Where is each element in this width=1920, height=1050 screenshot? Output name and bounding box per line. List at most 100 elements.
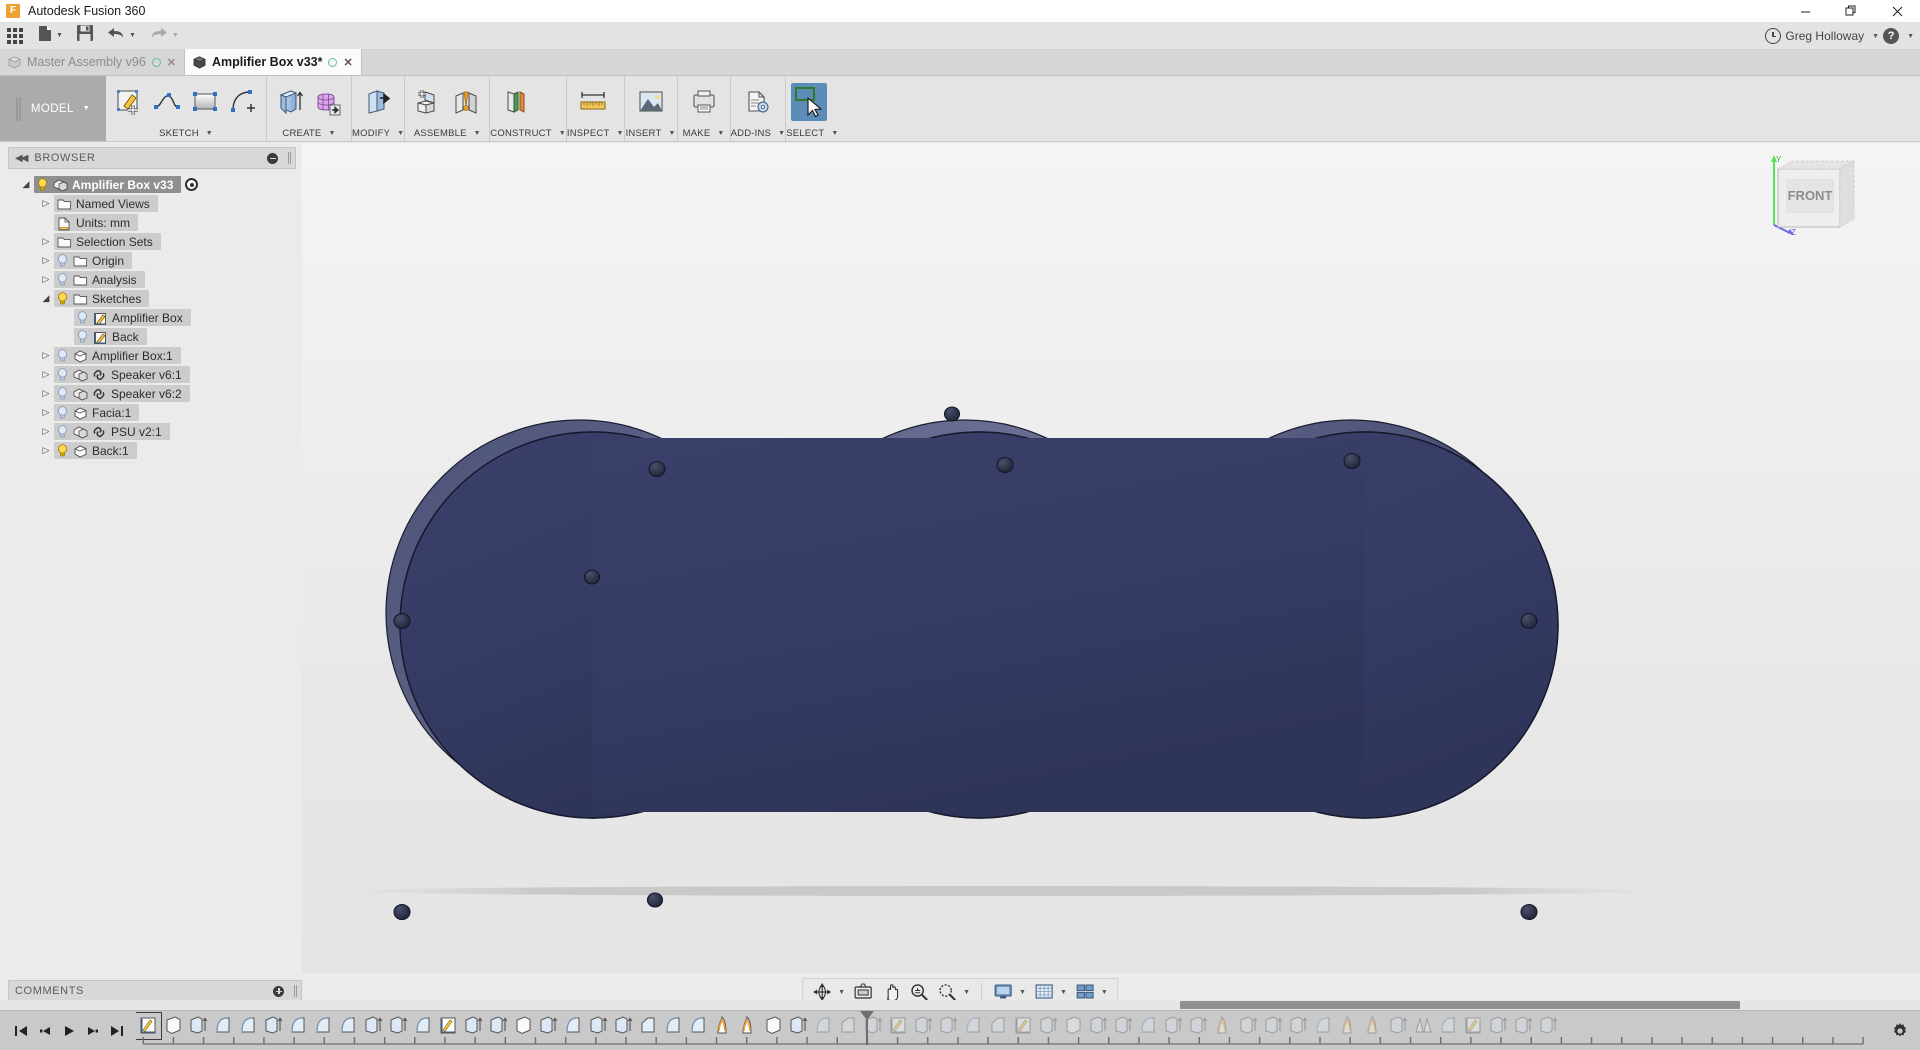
document-tab-master-assembly[interactable]: Master Assembly v96 ✕: [0, 49, 185, 75]
expand-arrow-icon[interactable]: ▷: [38, 369, 54, 380]
tree-node-units-mm[interactable]: ▷Units: mm: [0, 213, 302, 232]
visibility-bulb-icon[interactable]: [57, 444, 68, 457]
panel-resize-grip[interactable]: [294, 985, 295, 997]
new-component-button[interactable]: [410, 83, 446, 121]
tree-node-speaker-v6-1[interactable]: ▷Speaker v6:1: [0, 365, 302, 384]
timeline-track[interactable]: [136, 1011, 1880, 1050]
chevron-down-icon[interactable]: ▼: [963, 989, 970, 996]
chevron-down-icon[interactable]: ▼: [1019, 989, 1026, 996]
expand-arrow-icon[interactable]: ▷: [38, 198, 54, 209]
app-grid-button[interactable]: [0, 22, 30, 50]
clock-icon[interactable]: [1765, 28, 1781, 44]
undo-button[interactable]: ▼: [100, 22, 143, 50]
ribbon-group-create-label[interactable]: CREATE ▼: [267, 126, 351, 141]
scripts-and-addins-button[interactable]: [736, 83, 778, 121]
help-icon[interactable]: ?: [1883, 28, 1899, 44]
chevron-down-icon[interactable]: ▼: [838, 989, 845, 996]
expand-arrow-icon[interactable]: ▷: [38, 255, 54, 266]
model-viewport[interactable]: [302, 143, 1920, 973]
visibility-bulb-icon[interactable]: [57, 349, 68, 362]
tree-node-speaker-v6-2[interactable]: ▷Speaker v6:2: [0, 384, 302, 403]
tree-row[interactable]: Facia:1: [54, 404, 139, 421]
visibility-bulb-icon[interactable]: [57, 387, 68, 400]
tree-node-back-1[interactable]: ▷Back:1: [0, 441, 302, 460]
close-button[interactable]: [1874, 0, 1920, 22]
insert-button[interactable]: [630, 83, 672, 121]
chevron-down-icon[interactable]: ▼: [1060, 989, 1067, 996]
make-3d-print-button[interactable]: [683, 83, 725, 121]
expand-arrow-icon[interactable]: ▷: [38, 426, 54, 437]
sketch-rectangle-button[interactable]: [187, 83, 223, 121]
visibility-bulb-icon[interactable]: [37, 178, 48, 191]
3d-canvas[interactable]: Y Z FRONT: [302, 143, 1920, 973]
ribbon-group-addins-label[interactable]: ADD-INS ▼: [731, 126, 786, 141]
chevron-down-icon[interactable]: ▼: [1907, 33, 1914, 40]
collapse-arrow-icon[interactable]: ◢: [38, 293, 54, 304]
tree-row[interactable]: PSU v2:1: [54, 423, 170, 440]
timeline-scrollbar[interactable]: [0, 1000, 1920, 1010]
ribbon-group-modify-label[interactable]: MODIFY ▼: [352, 126, 404, 141]
tree-node-origin[interactable]: ▷Origin: [0, 251, 302, 270]
new-file-button[interactable]: ▼: [30, 22, 70, 50]
visibility-bulb-icon[interactable]: [57, 292, 68, 305]
tree-row[interactable]: Speaker v6:2: [54, 385, 190, 402]
select-tool-button[interactable]: [791, 83, 827, 121]
ribbon-group-assemble-label[interactable]: ASSEMBLE ▼: [405, 126, 489, 141]
offset-plane-button[interactable]: [495, 83, 537, 121]
tree-node-amplifier-box[interactable]: ▷Amplifier Box: [0, 308, 302, 327]
display-state-icon[interactable]: [185, 178, 198, 191]
tree-row[interactable]: Selection Sets: [54, 233, 161, 250]
chevron-down-icon[interactable]: ▼: [1101, 989, 1108, 996]
tree-node-analysis[interactable]: ▷Analysis: [0, 270, 302, 289]
expand-arrow-icon[interactable]: ◢: [18, 179, 34, 190]
collapse-panel-icon[interactable]: ◀◀: [15, 153, 26, 164]
close-icon[interactable]: ✕: [167, 56, 176, 69]
save-button[interactable]: [70, 22, 100, 50]
visibility-bulb-icon[interactable]: [57, 273, 68, 286]
tree-row[interactable]: Back:1: [54, 442, 137, 459]
visibility-bulb-icon[interactable]: [57, 368, 68, 381]
visibility-bulb-icon[interactable]: [77, 330, 88, 343]
ribbon-group-construct-label[interactable]: CONSTRUCT ▼: [490, 126, 566, 141]
redo-button[interactable]: ▼: [143, 22, 186, 50]
tree-node-facia-1[interactable]: ▷Facia:1: [0, 403, 302, 422]
extrude-button[interactable]: [272, 83, 308, 121]
sketch-arc-button[interactable]: [225, 83, 261, 121]
expand-arrow-icon[interactable]: ▷: [38, 407, 54, 418]
expand-arrow-icon[interactable]: ▷: [38, 274, 54, 285]
maximize-button[interactable]: [1828, 0, 1874, 22]
tree-row[interactable]: Sketches: [54, 290, 149, 307]
tree-row[interactable]: Amplifier Box: [74, 309, 191, 326]
step-forward-button[interactable]: [86, 1024, 100, 1038]
tree-row-root[interactable]: Amplifier Box v33: [34, 176, 181, 193]
close-icon[interactable]: ✕: [343, 56, 352, 69]
go-to-end-button[interactable]: [110, 1024, 124, 1038]
tree-row[interactable]: Named Views: [54, 195, 158, 212]
tree-node-back[interactable]: ▷Back: [0, 327, 302, 346]
tree-node-root[interactable]: ◢ Amplifier Box v33: [0, 175, 302, 194]
sketch-spline-button[interactable]: [149, 83, 185, 121]
step-back-button[interactable]: [38, 1024, 52, 1038]
visibility-bulb-icon[interactable]: [57, 254, 68, 267]
ribbon-group-select-label[interactable]: SELECT ▼: [786, 126, 838, 141]
ribbon-group-insert-label[interactable]: INSERT ▼: [625, 126, 677, 141]
play-button[interactable]: [62, 1024, 76, 1038]
expand-arrow-icon[interactable]: ▷: [38, 350, 54, 361]
user-menu-label[interactable]: Greg Holloway: [1785, 29, 1864, 43]
tree-node-named-views[interactable]: ▷Named Views: [0, 194, 302, 213]
press-pull-button[interactable]: [357, 83, 399, 121]
expand-arrow-icon[interactable]: ▷: [38, 388, 54, 399]
tree-row[interactable]: Analysis: [54, 271, 145, 288]
visibility-bulb-icon[interactable]: [57, 406, 68, 419]
timeline-settings-button[interactable]: [1880, 1022, 1920, 1040]
chevron-down-icon[interactable]: ▼: [1872, 33, 1879, 40]
tree-node-sketches[interactable]: ◢Sketches: [0, 289, 302, 308]
tree-row[interactable]: Origin: [54, 252, 132, 269]
scrollbar-thumb[interactable]: [1180, 1001, 1740, 1009]
tree-row[interactable]: Speaker v6:1: [54, 366, 190, 383]
ribbon-group-inspect-label[interactable]: INSPECT ▼: [567, 126, 624, 141]
tree-row[interactable]: Back: [74, 328, 147, 345]
measure-button[interactable]: [572, 83, 614, 121]
tree-node-selection-sets[interactable]: ▷Selection Sets: [0, 232, 302, 251]
create-sketch-button[interactable]: [111, 83, 147, 121]
